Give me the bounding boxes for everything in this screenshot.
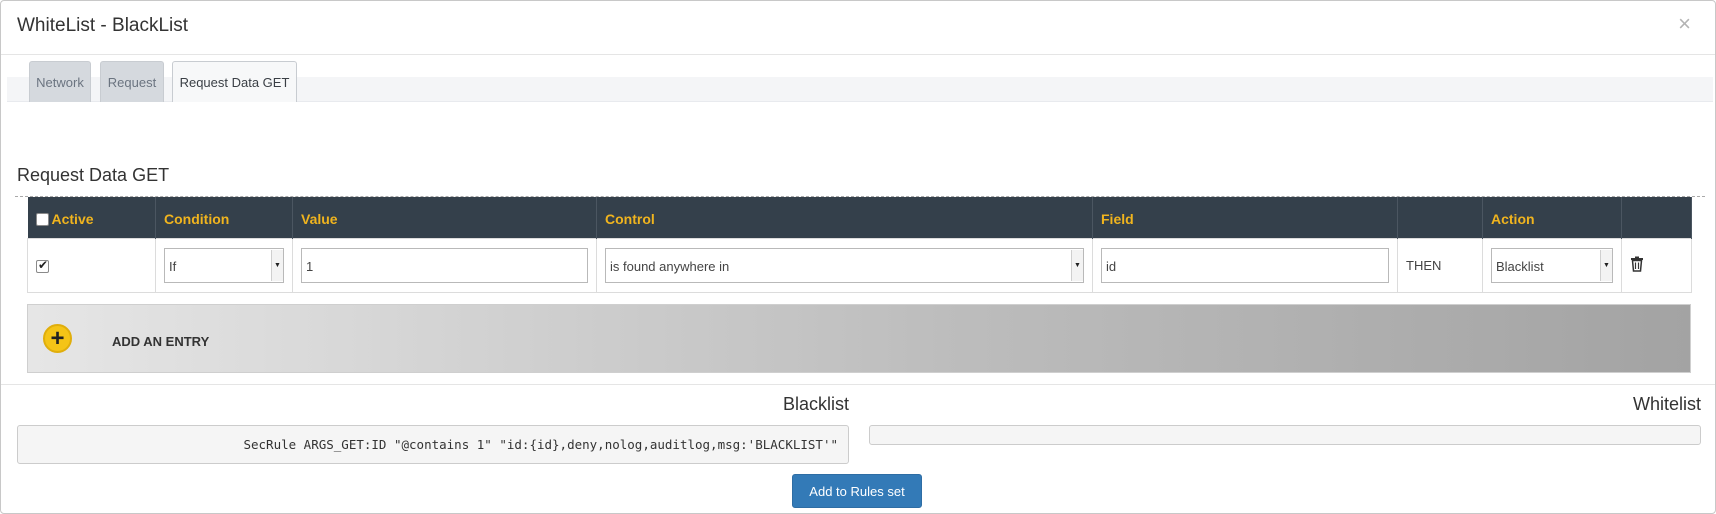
trash-icon[interactable]: [1630, 256, 1644, 275]
table-header-row: Active Condition Value Control Field Act…: [27, 197, 1692, 238]
control-select[interactable]: is found anywhere in ▼: [605, 247, 1084, 283]
cell-field: id: [1092, 237, 1398, 293]
tab-request-data-get[interactable]: Request Data GET: [172, 61, 297, 102]
table-row: If ▼ 1 is found anywhere in ▼ id: [27, 237, 1692, 293]
tab-request[interactable]: Request: [100, 61, 164, 102]
header-field: Field: [1092, 197, 1398, 238]
header-action: Action: [1482, 197, 1622, 238]
cell-delete: [1621, 237, 1692, 293]
header-control: Control: [596, 197, 1093, 238]
add-entry-button[interactable]: ADD AN ENTRY: [112, 334, 209, 349]
whitelist-label: Whitelist: [1632, 394, 1701, 414]
condition-select-value: If: [169, 258, 177, 274]
then-label: THEN: [1406, 257, 1442, 273]
blacklist-label: Blacklist: [782, 394, 849, 414]
control-select-value: is found anywhere in: [610, 258, 730, 274]
footer-divider: [1, 384, 1715, 385]
action-select[interactable]: Blacklist ▼: [1491, 247, 1613, 283]
header-active: Active: [27, 197, 156, 238]
header-active-label: Active: [51, 211, 94, 227]
whitelist-rule-output[interactable]: [869, 425, 1701, 445]
select-all-checkbox[interactable]: [35, 212, 49, 226]
action-select-value: Blacklist: [1496, 258, 1544, 274]
add-to-rules-set-button[interactable]: Add to Rules set: [792, 474, 922, 508]
tab-network[interactable]: Network: [29, 61, 91, 102]
header-condition: Condition: [155, 197, 293, 238]
add-entry-bar: + ADD AN ENTRY: [27, 304, 1691, 373]
modal-header: WhiteList - BlackList ×: [1, 1, 1715, 55]
field-input[interactable]: id: [1101, 247, 1389, 283]
close-icon[interactable]: ×: [1678, 11, 1691, 37]
cell-active: [27, 237, 156, 293]
chevron-down-icon: ▼: [271, 249, 283, 281]
cell-value: 1: [292, 237, 597, 293]
plus-icon[interactable]: +: [43, 324, 72, 353]
header-then: [1397, 197, 1483, 238]
rules-table: Active Condition Value Control Field Act…: [27, 197, 1692, 293]
cell-then: THEN: [1397, 237, 1483, 293]
blacklist-rule-output[interactable]: SecRule ARGS_GET:ID "@contains 1" "id:{i…: [17, 425, 849, 464]
section-title: Request Data GET: [17, 165, 170, 185]
modal-title: WhiteList - BlackList: [17, 15, 189, 36]
whitelist-blacklist-modal: WhiteList - BlackList × Network Request …: [0, 0, 1716, 514]
chevron-down-icon: ▼: [1600, 249, 1612, 281]
value-input[interactable]: 1: [301, 247, 588, 283]
header-delete: [1621, 197, 1692, 238]
row-active-checkbox[interactable]: [36, 258, 49, 273]
chevron-down-icon: ▼: [1071, 249, 1083, 281]
condition-select[interactable]: If ▼: [164, 247, 284, 283]
cell-control: is found anywhere in ▼: [596, 237, 1093, 293]
header-value: Value: [292, 197, 597, 238]
cell-action: Blacklist ▼: [1482, 237, 1622, 293]
cell-condition: If ▼: [155, 237, 293, 293]
